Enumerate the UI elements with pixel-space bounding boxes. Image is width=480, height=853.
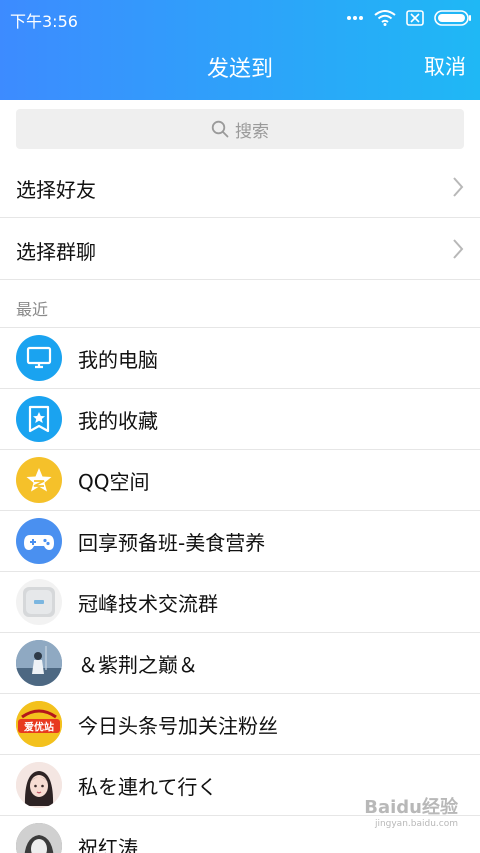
item-name: 私を連れて行く	[78, 775, 218, 799]
item-name: 冠峰技术交流群	[78, 592, 218, 616]
shop-logo-avatar: 爱优站	[16, 701, 62, 747]
device-avatar	[16, 579, 62, 625]
recent-label: 最近	[16, 300, 49, 319]
item-name: 我的电脑	[78, 348, 158, 372]
girl-avatar	[16, 762, 62, 808]
recent-list: 我的电脑 我的收藏 QQ空间 回享预备班-美食营养 冠峰技术交流群 ＆紫荆之巅＆…	[0, 328, 480, 853]
item-name: QQ空间	[78, 470, 150, 494]
item-name: 回享预备班-美食营养	[78, 531, 266, 555]
page-title: 发送到	[206, 57, 273, 82]
list-item[interactable]: QQ空间	[0, 450, 480, 511]
select-groups-label: 选择群聊	[16, 240, 96, 264]
computer-icon	[16, 335, 62, 381]
photo-avatar	[16, 823, 62, 853]
select-friends-row[interactable]: 选择好友	[0, 157, 480, 218]
watermark-text: Baidu经验	[364, 797, 458, 818]
select-groups-row[interactable]: 选择群聊	[0, 219, 480, 280]
person-avatar	[16, 640, 62, 686]
list-item[interactable]: 冠峰技术交流群	[0, 572, 480, 633]
app-header: 下午3:56 发送到 取消	[0, 0, 480, 100]
item-name: 祝红涛	[78, 836, 138, 853]
watermark: Baidu经验 jingyan.baidu.com	[364, 793, 458, 829]
more-dots-icon	[347, 16, 363, 20]
recent-section-header: 最近	[0, 280, 480, 328]
list-item[interactable]: 我的电脑	[0, 328, 480, 389]
cancel-button[interactable]: 取消	[424, 51, 466, 81]
status-bar: 下午3:56	[0, 0, 480, 36]
watermark-sub: jingyan.baidu.com	[374, 819, 458, 829]
wifi-icon	[374, 10, 396, 26]
list-item[interactable]: 爱优站 今日头条号加关注粉丝	[0, 694, 480, 755]
qzone-star-icon	[16, 457, 62, 503]
list-item[interactable]: ＆紫荆之巅＆	[0, 633, 480, 694]
no-sim-icon	[406, 10, 424, 26]
search-area: 搜索	[0, 100, 480, 156]
search-input[interactable]: 搜索	[16, 109, 464, 149]
gamepad-icon	[16, 518, 62, 564]
list-item[interactable]: 我的收藏	[0, 389, 480, 450]
title-bar: 发送到 取消	[0, 36, 480, 100]
status-time: 下午3:56	[10, 12, 78, 31]
item-name: ＆紫荆之巅＆	[78, 653, 198, 677]
select-friends-label: 选择好友	[16, 178, 96, 202]
battery-icon	[434, 10, 471, 26]
search-placeholder: 搜索	[235, 121, 269, 142]
search-icon	[211, 120, 229, 138]
chevron-right-icon	[453, 239, 464, 259]
favorites-icon	[16, 396, 62, 442]
chevron-right-icon	[453, 177, 464, 197]
item-name: 今日头条号加关注粉丝	[78, 714, 278, 738]
svg-text:爱优站: 爱优站	[24, 721, 54, 734]
status-icons	[346, 8, 472, 28]
list-item[interactable]: 回享预备班-美食营养	[0, 511, 480, 572]
item-name: 我的收藏	[78, 409, 158, 433]
